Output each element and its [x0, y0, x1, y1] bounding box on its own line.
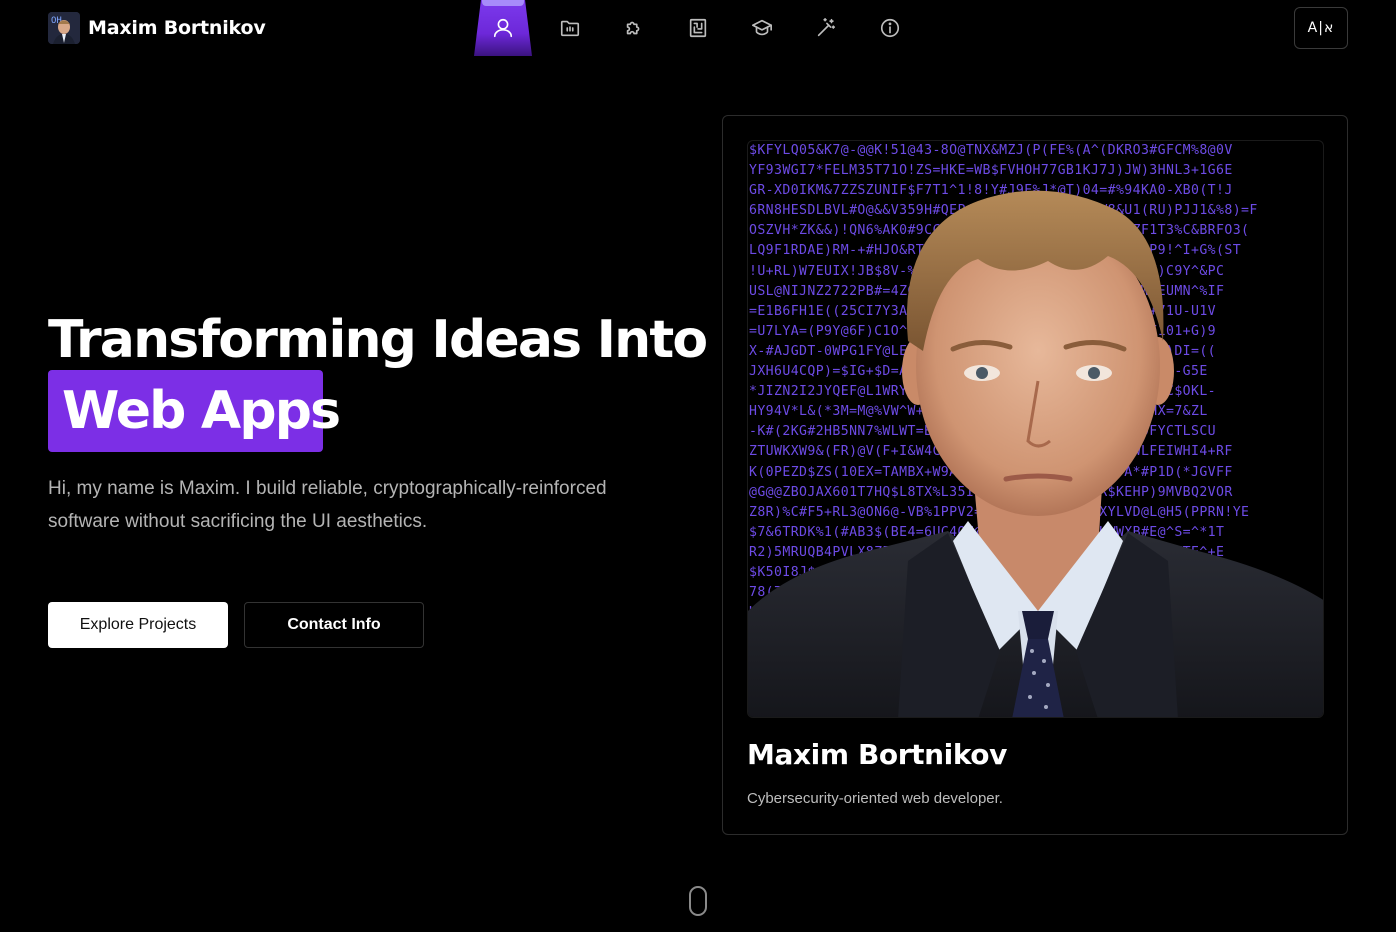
contact-info-button[interactable]: Contact Info	[244, 602, 424, 648]
brand-name: Maxim Bortnikov	[88, 17, 266, 39]
profile-role: Cybersecurity-oriented web developer.	[747, 790, 1003, 807]
explore-projects-button[interactable]: Explore Projects	[48, 602, 228, 648]
nav-about[interactable]	[474, 0, 532, 56]
graduation-cap-icon	[752, 19, 772, 36]
hero-description: Hi, my name is Maxim. I build reliable, …	[48, 478, 607, 532]
info-icon	[880, 18, 900, 38]
puzzle-icon	[626, 21, 640, 35]
portrait-image	[748, 190, 1323, 717]
nav-tech-stack[interactable]	[666, 0, 730, 56]
hero-title-highlight: Web Apps	[48, 370, 341, 452]
main-nav	[474, 0, 922, 56]
folder-icon	[560, 20, 580, 37]
profile-name: Maxim Bortnikov	[747, 738, 1008, 771]
profile-card: $KFYLQ05&K7@-@@K!51@43-8O@TNX&MZJ(P(FE%(…	[722, 115, 1348, 835]
nav-projects[interactable]	[538, 0, 602, 56]
nav-info[interactable]	[858, 0, 922, 56]
scroll-down-indicator[interactable]	[689, 886, 707, 916]
nav-skills[interactable]	[602, 0, 666, 56]
nav-extras[interactable]	[794, 0, 858, 56]
hero-title: Transforming Ideas Into	[48, 310, 708, 370]
brand-home-link[interactable]: OH Maxim Bortnikov	[48, 12, 266, 44]
magic-wand-icon	[817, 18, 836, 37]
user-icon	[493, 18, 513, 38]
top-navigation-bar: OH Maxim Bortnikov A|א	[0, 0, 1396, 60]
circuit-board-icon	[689, 18, 707, 38]
brand-avatar: OH	[48, 12, 80, 44]
nav-education[interactable]	[730, 0, 794, 56]
profile-photo: $KFYLQ05&K7@-@@K!51@43-8O@TNX&MZJ(P(FE%(…	[747, 140, 1324, 718]
language-toggle-button[interactable]: A|א	[1294, 7, 1348, 49]
